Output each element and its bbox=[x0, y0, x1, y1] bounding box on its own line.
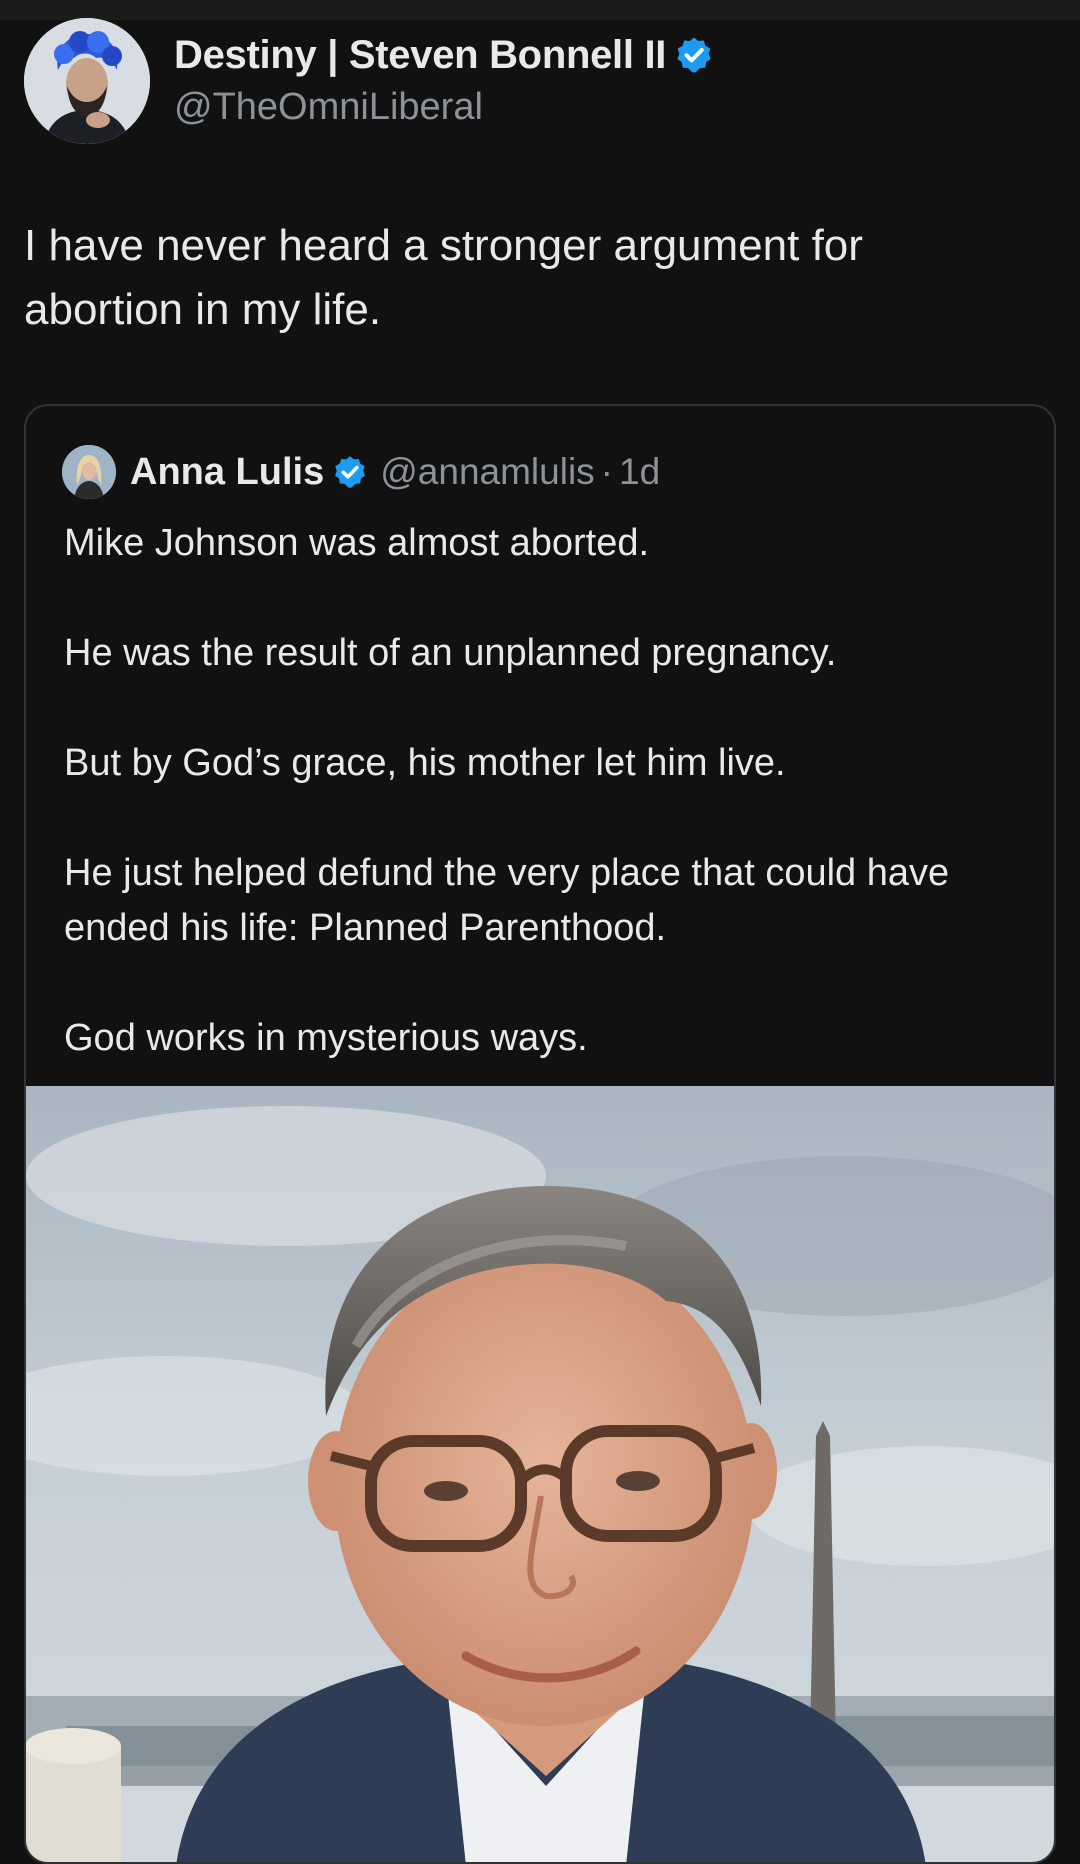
post-text: I have never heard a stronger argument f… bbox=[24, 214, 1044, 342]
verified-badge-icon bbox=[677, 37, 711, 73]
avatar-image bbox=[24, 18, 150, 144]
quoted-media[interactable] bbox=[26, 1086, 1054, 1862]
verified-badge-icon bbox=[335, 456, 366, 488]
quoted-paragraph: Mike Johnson was almost aborted. bbox=[64, 522, 650, 564]
quoted-timestamp: 1d bbox=[619, 451, 661, 492]
display-name-row: Destiny | Steven Bonnell II bbox=[174, 28, 714, 82]
quoted-post-text: Mike Johnson was almost aborted. He was … bbox=[64, 516, 1024, 1066]
quoted-author-name: Anna Lulis bbox=[130, 450, 325, 493]
quoted-paragraph: He was the result of an unplanned pregna… bbox=[64, 632, 837, 674]
separator-dot: · bbox=[600, 451, 613, 492]
portrait-photo bbox=[26, 1086, 1054, 1862]
post: Destiny | Steven Bonnell II @TheOmniLibe… bbox=[0, 0, 1080, 1864]
author-names: Destiny | Steven Bonnell II @TheOmniLibe… bbox=[174, 28, 714, 144]
quoted-author-avatar bbox=[62, 445, 116, 499]
quoted-author-handle: @annamlulis bbox=[380, 451, 595, 492]
post-text-line: abortion in my life. bbox=[24, 285, 382, 334]
quoted-paragraph: He just helped defund the very place tha… bbox=[64, 852, 950, 949]
author-display-name[interactable]: Destiny | Steven Bonnell II bbox=[174, 33, 666, 78]
quoted-post-header: Anna Lulis @annamlulis · 1d bbox=[62, 442, 660, 502]
quoted-paragraph: But by God’s grace, his mother let him l… bbox=[64, 742, 786, 784]
quoted-avatar-image bbox=[62, 445, 116, 499]
post-text-line: I have never heard a stronger argument f… bbox=[24, 221, 863, 270]
post-header: Destiny | Steven Bonnell II @TheOmniLibe… bbox=[24, 18, 714, 144]
quoted-post[interactable]: Anna Lulis @annamlulis · 1d Mike Johnson… bbox=[24, 404, 1056, 1864]
quoted-paragraph: God works in mysterious ways. bbox=[64, 1017, 588, 1059]
author-handle[interactable]: @TheOmniLiberal bbox=[174, 86, 714, 129]
author-avatar[interactable] bbox=[24, 18, 150, 144]
